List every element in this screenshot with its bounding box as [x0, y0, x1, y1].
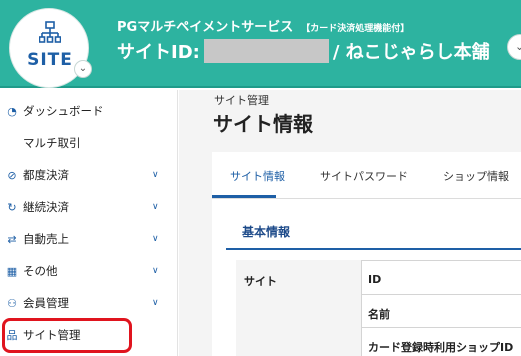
- site-id-row: サイトID: / ねこじゃらし本舗: [117, 38, 490, 64]
- sidebar-item-one-time-payment[interactable]: ⊘ 都度決済 ∨: [0, 160, 178, 190]
- users-icon: ⚇: [7, 296, 17, 310]
- check-circle-icon: ⊘: [7, 168, 17, 182]
- sitemap-logo-icon: [39, 21, 61, 43]
- sidebar-item-label: ダッシュボード: [23, 104, 104, 118]
- grid-icon: ▦: [6, 264, 18, 278]
- app-header: SITE ⌄ PGマルチペイメントサービス 【カード決済処理機能付】 サイトID:…: [0, 0, 521, 88]
- site-name: / ねこじゃらし本舗: [332, 42, 490, 63]
- sync-arrows-icon: ⇄: [7, 232, 17, 246]
- active-tab-indicator: [212, 195, 276, 198]
- section-title: 基本情報: [242, 225, 291, 239]
- table-row-label-name: 名前: [368, 308, 390, 321]
- active-item-highlight: [2, 318, 132, 353]
- sidebar-item-label: マルチ取引: [23, 136, 81, 150]
- page-title: サイト情報: [213, 112, 313, 136]
- sidebar-item-label: 会員管理: [23, 296, 69, 310]
- table-group-label: サイト: [244, 275, 277, 288]
- refresh-icon: ↻: [7, 200, 17, 214]
- dashboard-icon: ◔: [7, 104, 17, 118]
- table-row-divider: [362, 294, 521, 295]
- sidebar-item-label: 継続決済: [23, 200, 69, 214]
- table-row-divider: [362, 327, 521, 328]
- chevron-down-icon: ∨: [152, 202, 159, 212]
- service-title: PGマルチペイメントサービス: [117, 20, 294, 35]
- section-divider: [226, 248, 521, 250]
- tab-divider: [212, 198, 521, 199]
- breadcrumb[interactable]: サイト管理: [214, 92, 269, 108]
- tab-site-password[interactable]: サイトパスワード: [320, 168, 408, 184]
- sidebar-item-label: その他: [23, 264, 58, 278]
- logo-chevron-down-icon[interactable]: ⌄: [74, 60, 92, 78]
- table-row-label-id: ID: [368, 273, 382, 286]
- chevron-down-icon: ∨: [152, 234, 159, 244]
- chevron-down-icon: ∨: [152, 170, 159, 180]
- tab-shop-info[interactable]: ショップ情報: [443, 168, 509, 184]
- sidebar-item-label: 自動売上: [23, 232, 69, 246]
- sidebar-item-dashboard[interactable]: ◔ ダッシュボード: [0, 96, 178, 126]
- redacted-site-id: [203, 39, 329, 63]
- sidebar-item-label: 都度決済: [23, 168, 69, 182]
- sidebar-item-member-management[interactable]: ⚇ 会員管理 ∨: [0, 288, 178, 318]
- site-id-label: サイトID:: [117, 42, 200, 63]
- sidebar-item-multi-transaction[interactable]: マルチ取引: [0, 128, 178, 158]
- tab-site-info[interactable]: サイト情報: [230, 168, 285, 184]
- table-row-label-card-shop-id: カード登録時利用ショップID: [368, 341, 514, 354]
- chevron-down-icon: ∨: [152, 266, 159, 276]
- chevron-down-icon: ∨: [152, 298, 159, 308]
- service-tag: 【カード決済処理機能付】: [301, 24, 410, 34]
- service-title-row: PGマルチペイメントサービス 【カード決済処理機能付】: [117, 16, 409, 35]
- sidebar-item-auto-sales[interactable]: ⇄ 自動売上 ∨: [0, 224, 178, 254]
- sidebar-item-other[interactable]: ▦ その他 ∨: [0, 256, 178, 286]
- account-chevron-down-icon[interactable]: ⌄: [507, 34, 521, 60]
- sidebar-item-recurring-payment[interactable]: ↻ 継続決済 ∨: [0, 192, 178, 222]
